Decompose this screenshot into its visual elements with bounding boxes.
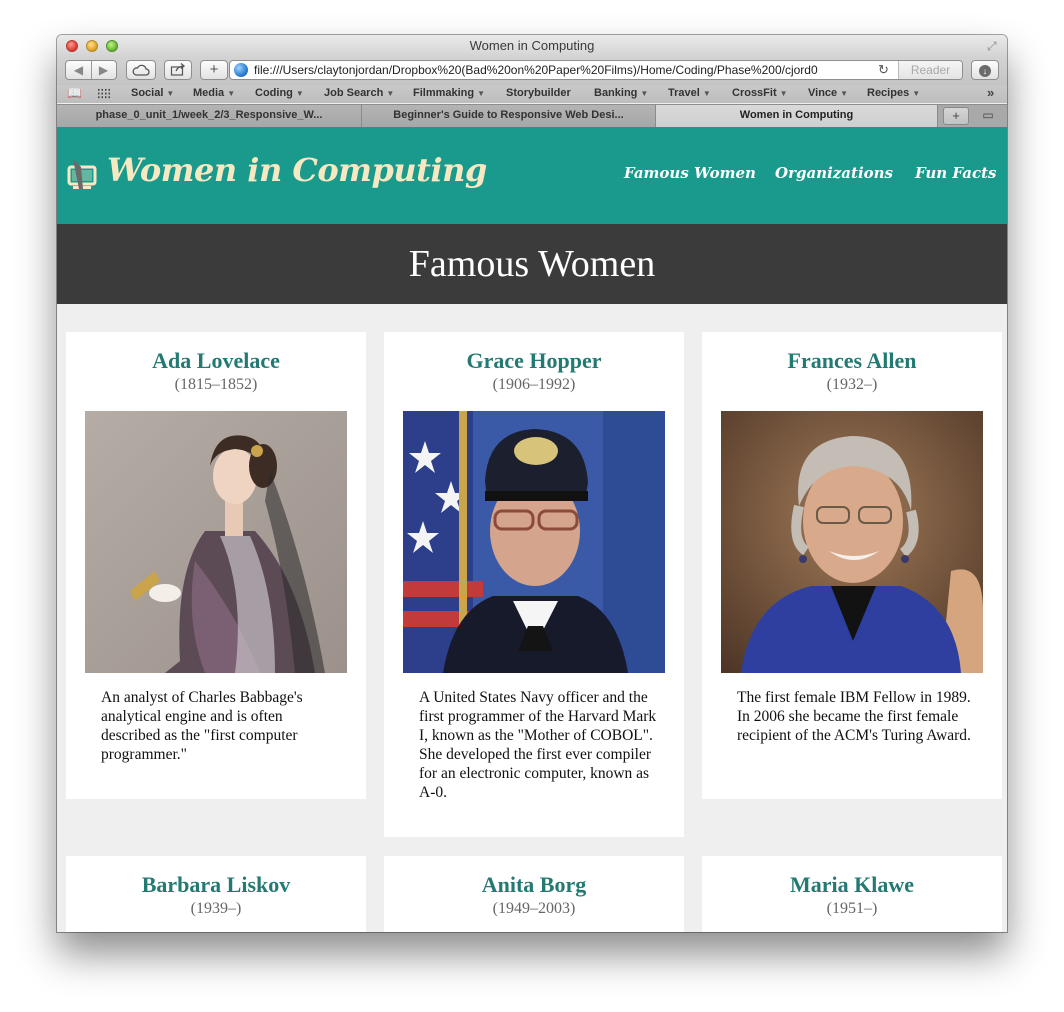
divider [91,61,92,79]
bookmark-filmmaking[interactable]: Filmmaking ▼ [413,87,485,99]
bookmark-storybuilder[interactable]: Storybuilder [506,87,571,99]
profile-years: (1906–1992) [492,376,576,393]
reader-button[interactable]: Reader [898,61,962,79]
tab-bar: phase_0_unit_1/week_2/3_Responsive_W... … [57,104,1007,127]
back-forward-group: ◀ ▶ [65,60,117,80]
bookmark-label: Media [193,87,225,99]
bookmark-label: Recipes [867,87,910,99]
profile-years: (1815–1852) [174,376,258,393]
back-arrow-icon[interactable]: ◀ [66,61,91,79]
bookmark-recipes[interactable]: Recipes ▼ [867,87,920,99]
window-title: Women in Computing [469,38,595,53]
reload-icon[interactable]: ↻ [878,61,889,79]
bookmark-media[interactable]: Media ▼ [193,87,235,99]
profile-card-frances-allen: Frances Allen (1932–) The first female I… [702,332,1002,799]
menu-arrow-icon: ▼ [227,89,236,98]
share-icon [170,63,186,76]
bookmark-label: CrossFit [732,87,777,99]
bookmark-coding[interactable]: Coding ▼ [255,87,304,99]
bookmark-banking[interactable]: Banking ▼ [594,87,648,99]
plus-icon: + [209,61,219,78]
page-viewport[interactable]: Women in Computing Famous Women Organiza… [57,127,1007,932]
profile-years: (1932–) [826,376,878,393]
show-all-tabs-icon[interactable]: ▭ [975,107,1001,125]
menu-arrow-icon: ▼ [640,89,649,98]
bookmark-label: Job Search [324,87,384,99]
profile-name: Frances Allen [787,348,917,373]
menu-arrow-icon: ▼ [840,89,849,98]
browser-toolbar: ◀ ▶ + file:///Users/claytonjordan/Dropbox… [57,57,1007,85]
browser-window: Women in Computing ⤢ ◀ ▶ + file:///Users/… [57,35,1007,932]
cloud-icon [132,64,150,76]
profile-bio: An analyst of Charles Babbage's analytic… [101,689,303,763]
profile-card-anita-borg: Anita Borg (1949–2003) [384,856,684,932]
bookmark-label: Travel [668,87,700,99]
profile-bio: The first female IBM Fellow in 1989. In … [737,689,971,744]
profile-card-maria-klawe: Maria Klawe (1951–) [702,856,1002,932]
menu-arrow-icon: ▼ [912,89,921,98]
site-header: Women in Computing Famous Women Organiza… [57,127,1007,224]
icloud-tabs-button[interactable] [126,60,156,80]
downloads-button[interactable]: ↓ [971,60,999,80]
tab-responsive-week[interactable]: phase_0_unit_1/week_2/3_Responsive_W... [57,105,362,127]
page-title: Famous Women [408,243,656,285]
forward-arrow-icon[interactable]: ▶ [91,61,116,79]
profile-name: Grace Hopper [466,348,602,373]
profile-years: (1949–2003) [492,900,576,917]
menu-arrow-icon: ▼ [295,89,304,98]
profile-card-ada-lovelace: Ada Lovelace (1815–1852) An analyst of C… [66,332,366,799]
profile-years: (1951–) [826,900,878,917]
top-sites-icon[interactable] [97,88,111,99]
more-bookmarks-icon[interactable]: » [987,85,994,100]
profile-name: Ada Lovelace [152,348,280,373]
menu-arrow-icon: ▼ [386,89,395,98]
add-bookmark-button[interactable]: + [200,60,228,80]
bookmarks-bar: 📖 Social ▼ Media ▼ Coding ▼ Job Search ▼ Fil… [57,85,1007,103]
new-tab-button[interactable]: + [943,107,969,125]
menu-arrow-icon: ▼ [702,89,711,98]
menu-arrow-icon: ▼ [779,89,788,98]
menu-arrow-icon: ▼ [166,89,175,98]
nav-famous-women[interactable]: Famous Women [624,164,756,182]
plus-icon: + [952,108,960,123]
profile-bio: A United States Navy officer and the fir… [419,689,657,801]
bookmark-label: Banking [594,87,638,99]
portrait-image [403,411,665,673]
bookmark-travel[interactable]: Travel ▼ [668,87,711,99]
tab-women-in-computing[interactable]: Women in Computing [656,105,938,127]
bookmark-label: Filmmaking [413,87,475,99]
nav-fun-facts[interactable]: Fun Facts [915,164,996,182]
bookmark-label: Coding [255,87,293,99]
bookmark-label: Vince [808,87,838,99]
tab-beginners-guide[interactable]: Beginner's Guide to Responsive Web Desi.… [362,105,656,127]
nav-organizations[interactable]: Organizations [775,164,893,182]
title-bar: Women in Computing ⤢ [57,35,1007,57]
bookmark-label: Storybuilder [506,87,571,99]
url-text[interactable]: file:///Users/claytonjordan/Dropbox%20(B… [254,62,874,79]
address-bar[interactable]: file:///Users/claytonjordan/Dropbox%20(B… [229,60,963,80]
logo-icon[interactable] [67,157,101,193]
bookmark-social[interactable]: Social ▼ [131,87,174,99]
share-button[interactable] [164,60,192,80]
bookmark-label: Social [131,87,164,99]
bookmark-vince[interactable]: Vince ▼ [808,87,848,99]
portrait-image [721,411,983,673]
bookmark-crossfit[interactable]: CrossFit ▼ [732,87,788,99]
fullscreen-icon[interactable]: ⤢ [987,39,1001,53]
bookmark-job-search[interactable]: Job Search ▼ [324,87,394,99]
page-banner: Famous Women [57,224,1007,304]
download-icon: ↓ [979,65,991,77]
globe-icon [234,63,248,77]
profile-card-grace-hopper: Grace Hopper (1906–1992) A United States… [384,332,684,837]
profile-name: Anita Borg [481,872,587,897]
profile-name: Maria Klawe [789,872,915,897]
menu-arrow-icon: ▼ [477,89,486,98]
profile-name: Barbara Liskov [141,872,291,897]
profile-years: (1939–) [190,900,242,917]
reading-list-icon[interactable]: 📖 [67,86,82,100]
portrait-image [85,411,347,673]
profile-card-barbara-liskov: Barbara Liskov (1939–) [66,856,366,932]
site-logo-text[interactable]: Women in Computing [107,151,487,189]
